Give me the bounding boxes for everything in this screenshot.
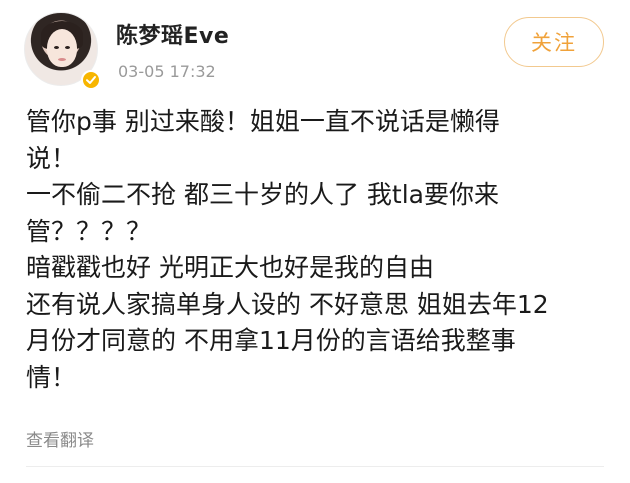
author-name[interactable]: 陈梦瑶Eve [116, 18, 229, 50]
post-text-line: 还有说人家搞单身人设的 不好意思 姐姐去年12 [26, 289, 549, 319]
post-text-line: 一不偷二不抢 都三十岁的人了 我tla要你来 [26, 180, 499, 209]
weibo-post-card: 陈梦瑶Eve 03-05 17:32 关注 管你p事 别过来酸！姐姐一直不说话是… [0, 0, 630, 483]
post-text-line: 情！ [26, 362, 77, 392]
verified-badge-icon [81, 70, 101, 90]
avatar[interactable] [24, 12, 101, 90]
post-text-line: 暗戳戳也好 光明正大也好是我的自由 [26, 253, 434, 282]
post-timestamp: 03-05 17:32 [118, 62, 216, 81]
post-text-line: 说！ [26, 143, 77, 173]
post-text-line: 管你p事 别过来酸！姐姐一直不说话是懒得 [26, 107, 500, 136]
post-content: 管你p事 别过来酸！姐姐一直不说话是懒得 说！ 一不偷二不抢 都三十岁的人了 我… [26, 104, 616, 396]
post-text-line: 管？？？？ [26, 216, 152, 246]
view-translation-link[interactable]: 查看翻译 [26, 426, 94, 451]
divider [26, 466, 604, 467]
follow-button[interactable]: 关注 [504, 17, 604, 67]
follow-button-label: 关注 [531, 31, 577, 55]
post-text-line: 月份才同意的 不用拿11月份的言语给我整事 [26, 326, 516, 355]
